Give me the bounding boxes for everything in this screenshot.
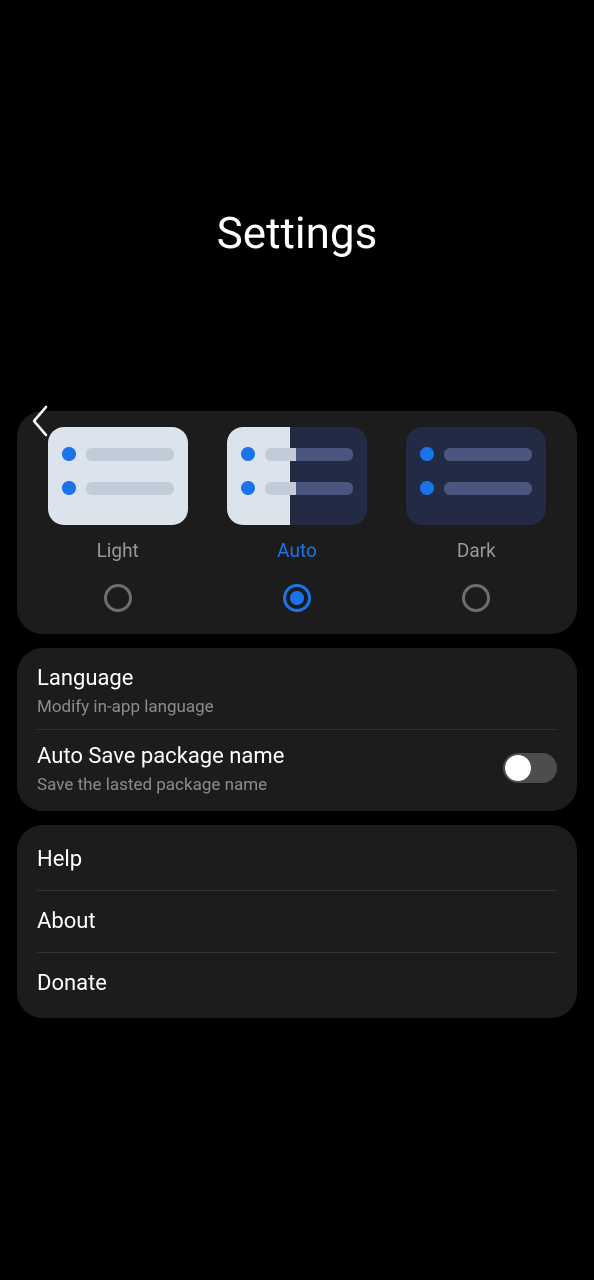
- theme-label-auto: Auto: [277, 539, 317, 562]
- theme-radio-dark[interactable]: [462, 584, 490, 612]
- theme-option-auto[interactable]: Auto: [212, 427, 381, 618]
- theme-preview-light: [48, 427, 188, 525]
- links-card: Help About Donate: [17, 825, 577, 1018]
- autosave-title: Auto Save package name: [37, 742, 284, 773]
- theme-option-light[interactable]: Light: [33, 427, 202, 618]
- theme-selector-card: Light Auto: [17, 411, 577, 634]
- theme-radio-auto[interactable]: [283, 584, 311, 612]
- page-title: Settings: [0, 0, 594, 389]
- theme-label-dark: Dark: [457, 539, 496, 562]
- theme-preview-dark: [406, 427, 546, 525]
- theme-radio-light[interactable]: [104, 584, 132, 612]
- theme-label-light: Light: [97, 539, 139, 562]
- toggle-knob: [505, 755, 531, 781]
- autosave-toggle[interactable]: [503, 753, 557, 783]
- theme-preview-auto: [227, 427, 367, 525]
- help-link[interactable]: Help: [37, 829, 557, 891]
- language-setting[interactable]: Language Modify in-app language: [37, 652, 557, 730]
- settings-card: Language Modify in-app language Auto Sav…: [17, 648, 577, 811]
- autosave-setting[interactable]: Auto Save package name Save the lasted p…: [37, 730, 557, 807]
- language-title: Language: [37, 664, 214, 695]
- autosave-subtitle: Save the lasted package name: [37, 775, 284, 795]
- language-subtitle: Modify in-app language: [37, 697, 214, 717]
- donate-link[interactable]: Donate: [37, 953, 557, 1014]
- about-link[interactable]: About: [37, 891, 557, 953]
- theme-option-dark[interactable]: Dark: [392, 427, 561, 618]
